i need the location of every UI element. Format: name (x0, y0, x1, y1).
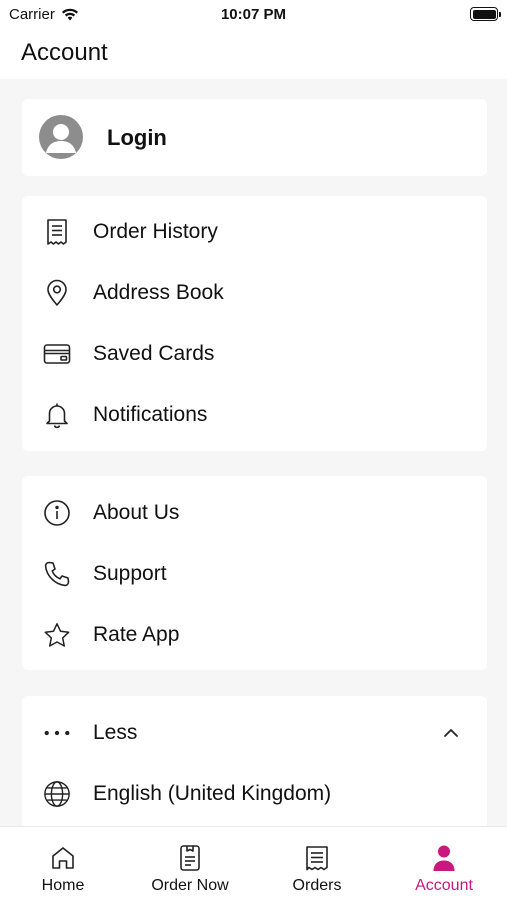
tab-home[interactable]: Home (0, 827, 126, 900)
info-icon (43, 499, 71, 527)
menu-item-label: Less (93, 721, 138, 744)
account-menu-group: Order History Address Book Saved Cards N… (22, 196, 487, 451)
tab-label: Account (415, 877, 473, 894)
login-label: Login (107, 125, 167, 150)
menu-item-label: About Us (93, 501, 180, 524)
menu-item-label: Order History (93, 220, 218, 243)
menu-item-rate-app[interactable]: Rate App (22, 606, 487, 664)
bell-icon (43, 401, 71, 429)
more-dots-icon (43, 719, 71, 747)
star-icon (43, 621, 71, 649)
receipt-icon (43, 218, 71, 246)
avatar-icon (39, 115, 83, 159)
page-title: Account (21, 39, 108, 66)
tab-label: Home (41, 877, 85, 894)
menu-item-label: Support (93, 562, 167, 585)
menu-item-label: Saved Cards (93, 342, 215, 365)
status-time: 10:07 PM (220, 6, 287, 23)
tab-account[interactable]: Account (381, 827, 507, 900)
menu-item-about-us[interactable]: About Us (22, 484, 487, 542)
orders-icon (303, 843, 331, 873)
tab-bar: Home Order Now Orders Account (0, 826, 507, 900)
phone-icon (43, 560, 71, 588)
tab-label: Orders (292, 877, 342, 894)
menu-item-label: Rate App (93, 623, 180, 646)
tab-label: Order Now (151, 877, 229, 894)
menu-item-notifications[interactable]: Notifications (22, 386, 487, 444)
info-menu-group: About Us Support Rate App (22, 476, 487, 670)
status-bar: Carrier 10:07 PM (0, 0, 507, 30)
navigation-header: Account (0, 30, 507, 79)
tab-orders[interactable]: Orders (254, 827, 380, 900)
globe-icon (43, 780, 71, 808)
menu-item-address-book[interactable]: Address Book (22, 264, 487, 322)
menu-item-order-history[interactable]: Order History (22, 203, 487, 261)
menu-item-label: Notifications (93, 403, 208, 426)
account-icon (430, 843, 458, 873)
menu-item-saved-cards[interactable]: Saved Cards (22, 325, 487, 383)
menu-item-label: English (United Kingdom) (93, 782, 332, 805)
login-row[interactable]: Login (22, 99, 487, 176)
credit-card-icon (43, 340, 71, 368)
menu-item-support[interactable]: Support (22, 545, 487, 603)
battery-icon (470, 7, 501, 21)
menu-item-label: Address Book (93, 281, 224, 304)
menu-item-less[interactable]: Less (22, 704, 487, 762)
tab-order-now[interactable]: Order Now (127, 827, 253, 900)
chevron-up-icon[interactable] (443, 726, 459, 740)
menu-item-language[interactable]: English (United Kingdom) (22, 765, 487, 823)
location-pin-icon (43, 279, 71, 307)
home-icon (49, 843, 77, 873)
order-now-icon (176, 843, 204, 873)
